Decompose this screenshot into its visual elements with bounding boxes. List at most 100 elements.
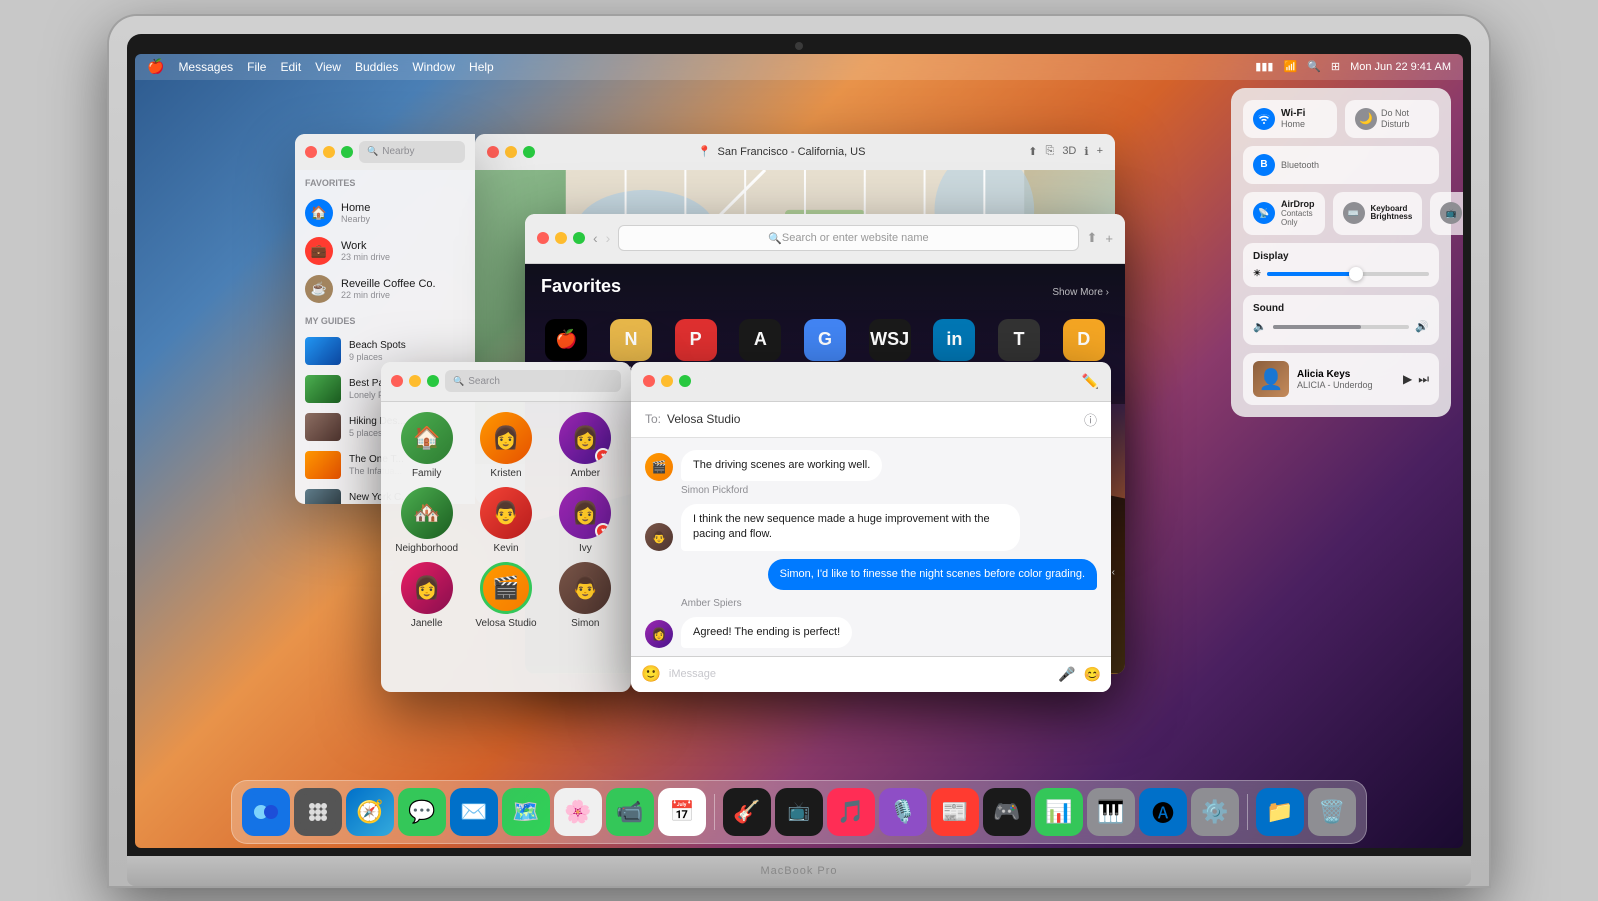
maps-fav-coffee[interactable]: ☕ Reveille Coffee Co. 22 min drive <box>305 270 465 308</box>
play-icon[interactable]: ▶ <box>1403 372 1412 386</box>
dock-trash[interactable]: 🗑️ <box>1308 788 1356 836</box>
dock-messages[interactable]: 💬 <box>398 788 446 836</box>
emoji2-icon[interactable]: 😊 <box>1084 666 1101 683</box>
cc-airdrop-tile[interactable]: 📡 AirDrop Contacts Only <box>1243 192 1325 236</box>
maps-close-btn[interactable] <box>487 146 499 158</box>
safari-back-icon[interactable]: ‹ <box>593 230 598 246</box>
contacts-close-btn[interactable] <box>391 375 403 387</box>
wifi-icon[interactable]: 📶 <box>1283 60 1297 73</box>
dock-calendar[interactable]: 📅 <box>658 788 706 836</box>
contact-ivy[interactable]: 👩 ♥ Ivy <box>550 487 621 554</box>
cc-keyboard-tile[interactable]: ⌨️ Keyboard Brightness <box>1333 192 1423 236</box>
msg-close-btn[interactable] <box>643 375 655 387</box>
macbook-shell: 🍎 Messages File Edit View Buddies Window… <box>109 16 1489 886</box>
menu-window[interactable]: Window <box>412 60 455 74</box>
dock-garageband[interactable]: 🎸 <box>723 788 771 836</box>
maps-min-btn[interactable] <box>505 146 517 158</box>
new-tab-icon[interactable]: + <box>1105 231 1113 246</box>
contact-amber[interactable]: 👩 ♥ Amber <box>550 412 621 479</box>
dock-finder[interactable] <box>242 788 290 836</box>
dock-news[interactable]: 📰 <box>931 788 979 836</box>
dock-instruments[interactable]: 🎹 <box>1087 788 1135 836</box>
music-artwork: 👤 <box>1253 361 1289 397</box>
maps-search-bar[interactable]: 🔍 Nearby <box>359 141 465 163</box>
dock-numbers[interactable]: 📊 <box>1035 788 1083 836</box>
dock-safari[interactable]: 🧭 <box>346 788 394 836</box>
contacts-min-btn[interactable] <box>409 375 421 387</box>
maps-fav-home[interactable]: 🏠 Home Nearby <box>305 194 465 232</box>
airplay-icon: 📺 <box>1440 202 1462 224</box>
maps-fav-work[interactable]: 💼 Work 23 min drive <box>305 232 465 270</box>
dock-files[interactable]: 📁 <box>1256 788 1304 836</box>
info-icon[interactable]: ⓘ <box>1084 410 1097 429</box>
pinned-contacts: 🏠 Family 👩 Kristen 👩 ♥ <box>381 402 631 635</box>
coffee-sub: 22 min drive <box>341 290 436 300</box>
safari-close-btn[interactable] <box>537 232 549 244</box>
maximize-button[interactable] <box>341 146 353 158</box>
dock-arcade[interactable]: 🎮 <box>983 788 1031 836</box>
cc-bluetooth-tile[interactable]: B Bluetooth <box>1243 146 1439 184</box>
brightness-slider[interactable] <box>1267 272 1429 276</box>
maps-max-btn[interactable] <box>523 146 535 158</box>
music-title: Alicia Keys <box>1297 369 1395 380</box>
contact-janelle[interactable]: 👩 Janelle <box>391 562 462 629</box>
music-artist: ALICIA - Underdog <box>1297 380 1395 390</box>
contacts-search[interactable]: 🔍 Search <box>445 370 621 392</box>
contact-neighborhood[interactable]: 🏘️ Neighborhood <box>391 487 462 554</box>
dock-sysprefs[interactable]: ⚙️ <box>1191 788 1239 836</box>
dock-mail[interactable]: ✉️ <box>450 788 498 836</box>
emoji-icon[interactable]: 🙂 <box>641 664 661 684</box>
contact-kevin[interactable]: 👨 Kevin <box>470 487 541 554</box>
dock-facetime[interactable]: 📹 <box>606 788 654 836</box>
safari-max-btn[interactable] <box>573 232 585 244</box>
news-icon: 📰 <box>941 799 968 825</box>
dock-music[interactable]: 🎵 <box>827 788 875 836</box>
dock-podcasts[interactable]: 🎙️ <box>879 788 927 836</box>
forward-icon[interactable]: ⏭ <box>1418 372 1429 387</box>
screen-bezel: 🍎 Messages File Edit View Buddies Window… <box>127 34 1471 856</box>
dock-appletv[interactable]: 📺 <box>775 788 823 836</box>
dock-launchpad[interactable] <box>294 788 342 836</box>
compose-icon[interactable]: ✏️ <box>1082 373 1099 390</box>
menu-file[interactable]: File <box>247 60 266 74</box>
share-icon[interactable]: ⬆ <box>1087 230 1098 246</box>
menu-edit[interactable]: Edit <box>280 60 301 74</box>
add-icon[interactable]: + <box>1097 145 1103 158</box>
contacts-max-btn[interactable] <box>427 375 439 387</box>
contact-kristen[interactable]: 👩 Kristen <box>470 412 541 479</box>
sound-slider[interactable] <box>1273 325 1410 329</box>
dock-maps[interactable]: 🗺️ <box>502 788 550 836</box>
menu-buddies[interactable]: Buddies <box>355 60 398 74</box>
cc-wifi-tile[interactable]: Wi-Fi Home <box>1243 100 1337 138</box>
dock-photos[interactable]: 🌸 <box>554 788 602 836</box>
msg-min-btn[interactable] <box>661 375 673 387</box>
msg-max-btn[interactable] <box>679 375 691 387</box>
cc-airplay-tile[interactable]: 📺 AirPlay Display <box>1430 192 1463 236</box>
copy-icon[interactable]: ⎘ <box>1046 145 1055 158</box>
msg-input-placeholder[interactable]: iMessage <box>669 668 1050 680</box>
search-menubar-icon[interactable]: 🔍 <box>1307 60 1321 73</box>
control-center-icon[interactable]: ⊞ <box>1331 60 1340 73</box>
cc-dnd-tile[interactable]: 🌙 Do Not Disturb <box>1345 100 1439 138</box>
info-icon[interactable]: ℹ <box>1084 145 1088 158</box>
apple-logo-icon[interactable]: 🍎 <box>147 58 164 75</box>
show-more[interactable]: Show More › <box>1052 287 1109 298</box>
cc-music-widget[interactable]: 👤 Alicia Keys ALICIA - Underdog ▶ ⏭ <box>1243 353 1439 405</box>
menu-messages[interactable]: Messages <box>178 60 233 74</box>
contact-simon[interactable]: 👨 Simon <box>550 562 621 629</box>
close-button[interactable] <box>305 146 317 158</box>
3d-icon[interactable]: 3D <box>1062 145 1076 158</box>
mic-icon[interactable]: 🎤 <box>1058 666 1075 683</box>
safari-forward-icon[interactable]: › <box>606 230 611 246</box>
msg-row-3: Simon, I'd like to finesse the night sce… <box>645 559 1097 590</box>
dock-appstore[interactable]: 🅐 <box>1139 788 1187 836</box>
minimize-button[interactable] <box>323 146 335 158</box>
safari-url-bar[interactable]: 🔍 Search or enter website name <box>618 225 1078 251</box>
menu-view[interactable]: View <box>315 60 341 74</box>
safari-min-btn[interactable] <box>555 232 567 244</box>
share-icon[interactable]: ⬆ <box>1028 145 1037 158</box>
music-controls[interactable]: ▶ ⏭ <box>1403 372 1429 387</box>
menu-help[interactable]: Help <box>469 60 494 74</box>
contact-velosa[interactable]: 🎬 Velosa Studio <box>470 562 541 629</box>
contact-family[interactable]: 🏠 Family <box>391 412 462 479</box>
